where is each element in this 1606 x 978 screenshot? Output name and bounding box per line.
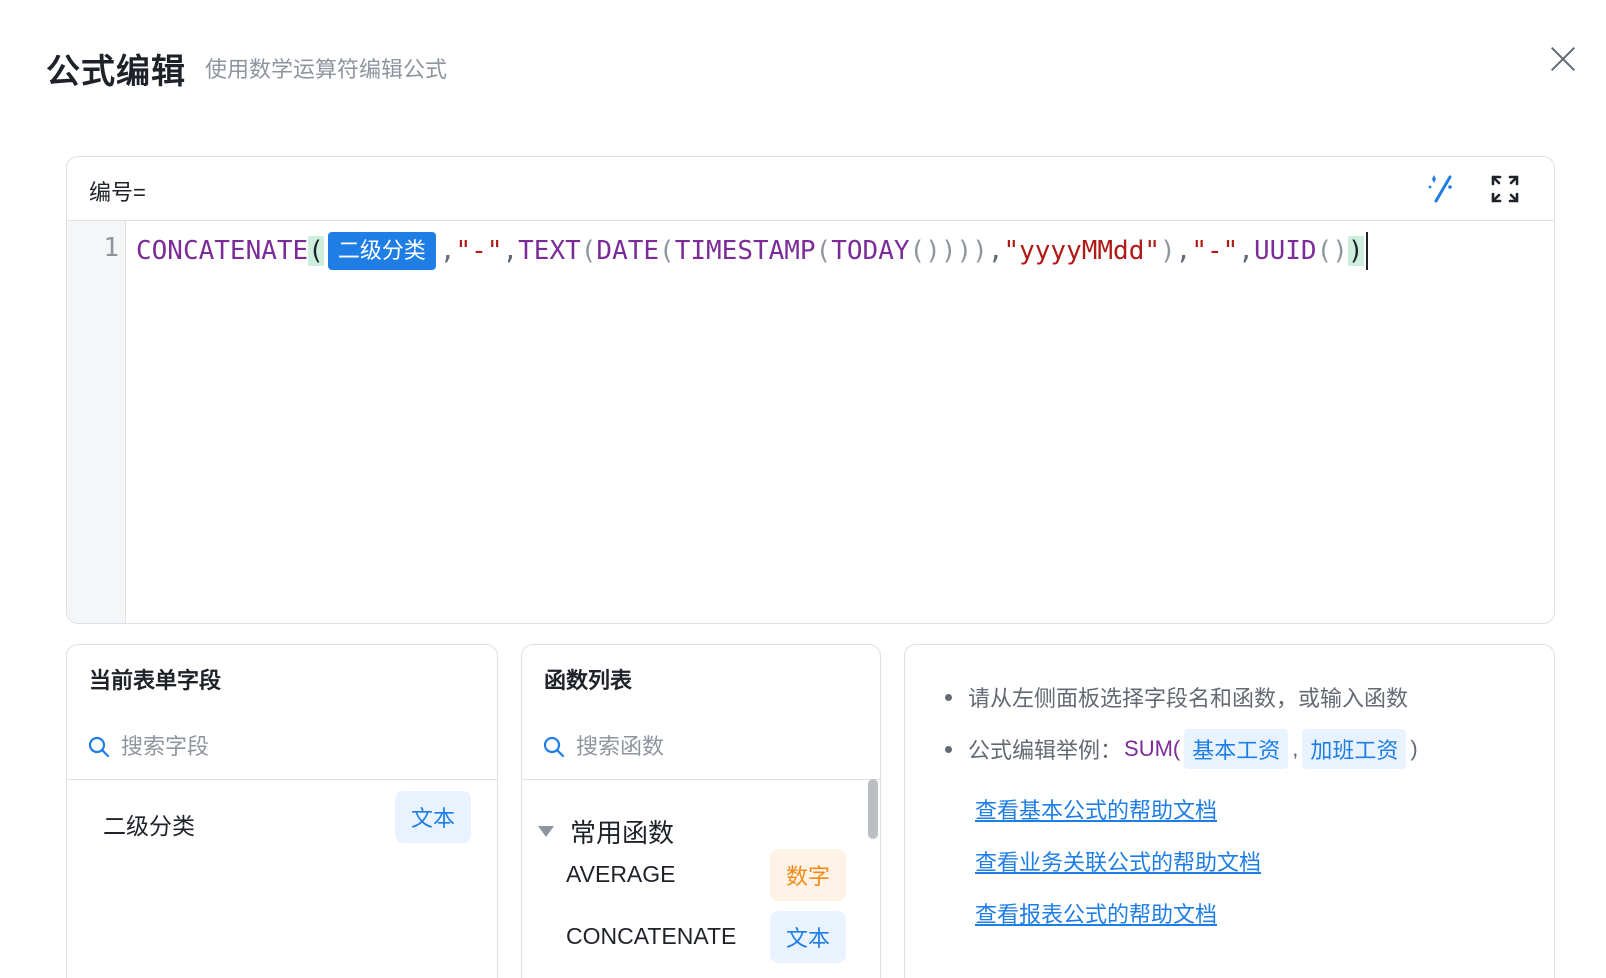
formula-editor[interactable]: 编号= 1 CONCATENATE(二级分类, "-", TEXT(DATE(TIM… [66, 156, 1555, 624]
example-function: SUM( [1124, 736, 1181, 761]
field-search-input[interactable] [121, 734, 401, 760]
panel-title: 函数列表 [544, 668, 633, 693]
line-number: 1 [103, 233, 119, 263]
search-icon [543, 736, 565, 758]
token-function: TIMESTAMP [674, 236, 816, 266]
token-comma: , [987, 236, 1004, 266]
function-item[interactable]: AVERAGE [566, 861, 676, 888]
token-comma: , [1238, 236, 1254, 266]
token-string: "yyyyMMdd" [1003, 236, 1161, 266]
bullet-icon [945, 745, 952, 753]
function-type-tag: 文本 [770, 911, 847, 963]
function-item[interactable]: CONCATENATE [566, 923, 736, 950]
function-list-panel: 函数列表 常用函数 AVERAGE 数字 CONCATENATE 文本 [521, 644, 881, 978]
field-search[interactable] [87, 727, 401, 767]
token-string: "-" [1191, 236, 1239, 266]
line-gutter: 1 [67, 221, 126, 623]
function-group-label: 常用函数 [570, 818, 675, 848]
example-field-chip: 基本工资 [1184, 729, 1289, 769]
dialog-subtitle: 使用数学运算符编辑公式 [205, 57, 448, 82]
token-paren: () [909, 236, 941, 266]
token-string: "-" [455, 236, 503, 266]
function-group-common[interactable]: 常用函数 [538, 813, 674, 850]
example-separator: , [1292, 736, 1299, 761]
token-paren: ( [580, 236, 597, 266]
token-paren: () [1316, 236, 1348, 266]
token-paren: ))) [940, 236, 988, 266]
help-tips: 请从左侧面板选择字段名和函数，或输入函数 公式编辑举例： SUM( 基本工资 ,… [945, 671, 1418, 775]
token-function: TEXT [518, 236, 581, 266]
fullscreen-icon[interactable] [1487, 171, 1523, 207]
divider [522, 779, 880, 780]
form-fields-panel: 当前表单字段 二级分类 文本 [66, 644, 498, 978]
divider [67, 779, 497, 780]
help-panel: 请从左侧面板选择字段名和函数，或输入函数 公式编辑举例： SUM( 基本工资 ,… [904, 644, 1555, 978]
function-type-tag: 数字 [770, 849, 847, 901]
token-comma: , [1175, 236, 1192, 266]
help-tip-text: 请从左侧面板选择字段名和函数，或输入函数 [968, 686, 1409, 711]
token-bracket-highlight: ) [1347, 236, 1364, 266]
example-prefix: 公式编辑举例： [968, 738, 1123, 763]
token-paren: ( [659, 236, 675, 266]
dialog-title: 公式编辑 [46, 53, 186, 91]
token-function: UUID [1253, 236, 1317, 266]
example-close: ) [1410, 736, 1418, 761]
token-function: TODAY [831, 236, 910, 266]
search-icon [88, 736, 110, 758]
function-search[interactable] [542, 727, 856, 767]
help-tip: 请从左侧面板选择字段名和函数，或输入函数 [945, 671, 1418, 723]
token-function: DATE [596, 236, 660, 266]
token-paren: ( [815, 236, 832, 266]
field-chip[interactable]: 二级分类 [327, 232, 436, 270]
example-field-chip: 加班工资 [1302, 729, 1407, 769]
text-caret [1365, 232, 1368, 270]
panel-title: 当前表单字段 [89, 668, 222, 693]
function-search-input[interactable] [576, 734, 856, 760]
magic-wand-icon[interactable] [1424, 171, 1460, 207]
help-link-business[interactable]: 查看业务关联公式的帮助文档 [975, 845, 1261, 877]
editor-header: 编号= [67, 157, 1554, 221]
bullet-icon [945, 693, 952, 701]
formula-target-label: 编号= [89, 180, 146, 205]
help-tip-example: 公式编辑举例： SUM( 基本工资 , 加班工资 ) [945, 723, 1418, 775]
code-line[interactable]: CONCATENATE(二级分类, "-", TEXT(DATE(TIMESTAMP… [136, 229, 1368, 273]
token-paren: ) [1160, 236, 1176, 266]
collapse-triangle-icon [538, 826, 554, 837]
token-comma: , [439, 236, 456, 266]
close-button[interactable] [1548, 44, 1578, 74]
token-function: CONCATENATE [136, 236, 309, 266]
token-bracket-highlight: ( [308, 236, 324, 266]
help-link-basic[interactable]: 查看基本公式的帮助文档 [975, 793, 1217, 825]
scrollbar-thumb[interactable] [868, 779, 878, 839]
field-item-name[interactable]: 二级分类 [103, 807, 195, 841]
field-type-tag: 文本 [395, 791, 472, 843]
help-link-report[interactable]: 查看报表公式的帮助文档 [975, 897, 1217, 929]
token-comma: , [502, 236, 519, 266]
